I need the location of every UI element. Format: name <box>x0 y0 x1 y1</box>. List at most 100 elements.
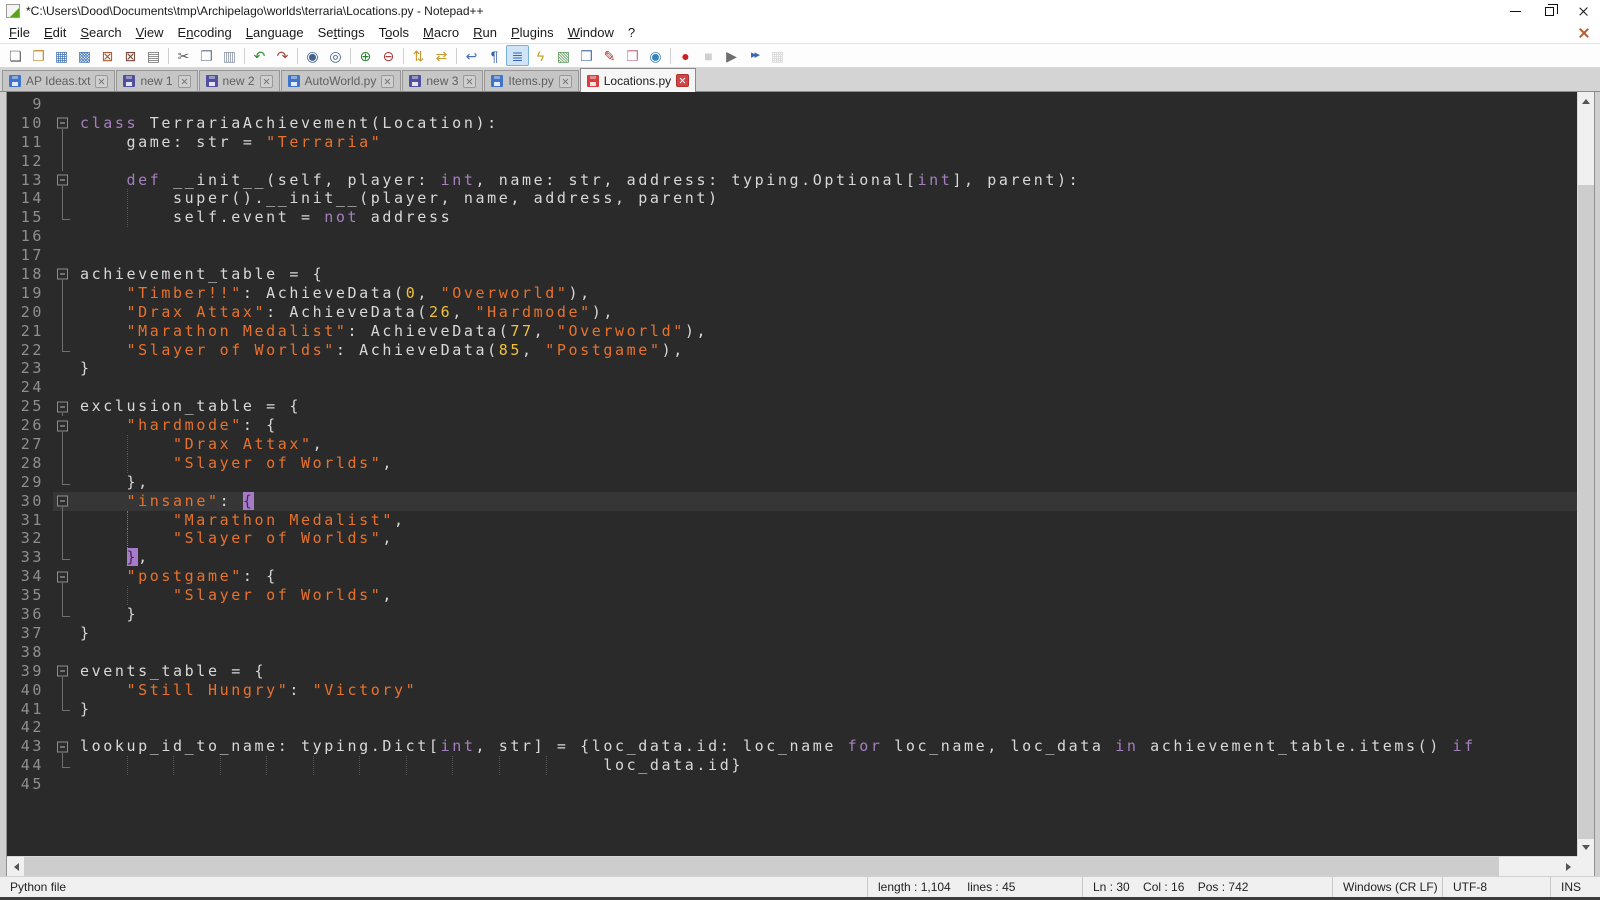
menu-plugins[interactable]: Plugins <box>504 23 561 42</box>
code-text[interactable]: loc_data.id} <box>75 756 1577 775</box>
vertical-scrollbar[interactable] <box>1577 92 1594 856</box>
scroll-left-button[interactable] <box>7 857 24 876</box>
close-all-button[interactable]: ⊠ <box>119 45 142 66</box>
fold-margin[interactable] <box>53 737 75 756</box>
close-document-button[interactable] <box>1578 27 1590 39</box>
save-all-button[interactable]: ▩ <box>73 45 96 66</box>
function-list-button[interactable]: ✎ <box>598 45 621 66</box>
code-text[interactable]: "Marathon Medalist", <box>75 511 1577 530</box>
fold-margin[interactable] <box>53 492 75 511</box>
code-text[interactable] <box>75 152 1577 171</box>
document-list-button[interactable]: ❒ <box>575 45 598 66</box>
fold-margin[interactable] <box>53 567 75 586</box>
tab-close-new-1[interactable] <box>178 75 191 88</box>
code-text[interactable]: "hardmode": { <box>75 416 1577 435</box>
macro-stop-button[interactable]: ■ <box>697 45 720 66</box>
cut-button[interactable]: ✂ <box>172 45 195 66</box>
menu-tools[interactable]: Tools <box>372 23 416 42</box>
word-wrap-button[interactable]: ↩ <box>460 45 483 66</box>
undo-button[interactable]: ↶ <box>248 45 271 66</box>
sync-horizontal-scroll-button[interactable]: ⇄ <box>430 45 453 66</box>
code-text[interactable]: exclusion_table = { <box>75 397 1577 416</box>
fold-margin[interactable] <box>53 662 75 681</box>
fold-margin[interactable] <box>53 416 75 435</box>
tab-ap-ideas-txt[interactable]: AP Ideas.txt <box>2 70 115 91</box>
code-text[interactable]: } <box>75 624 1577 643</box>
show-all-characters-button[interactable]: ¶ <box>483 45 506 66</box>
find-button[interactable]: ◉ <box>301 45 324 66</box>
redo-button[interactable]: ↷ <box>271 45 294 66</box>
define-language-button[interactable]: ϟ <box>529 45 552 66</box>
code-text[interactable]: }, <box>75 473 1577 492</box>
menu-help[interactable]: ? <box>621 23 642 42</box>
tab-new-2[interactable]: new 2 <box>199 70 280 91</box>
code-text[interactable] <box>75 95 1577 114</box>
minimize-button[interactable] <box>1498 0 1532 22</box>
code-text[interactable]: class TerrariaAchievement(Location): <box>75 114 1577 133</box>
menu-window[interactable]: Window <box>561 23 621 42</box>
zoom-in-button[interactable]: ⊕ <box>354 45 377 66</box>
fold-collapse-icon[interactable] <box>57 496 68 507</box>
tab-close-items-py[interactable] <box>559 75 572 88</box>
scroll-down-button[interactable] <box>1578 839 1594 856</box>
fold-margin[interactable] <box>53 397 75 416</box>
fold-collapse-icon[interactable] <box>57 175 68 186</box>
code-text[interactable]: "Slayer of Worlds": AchieveData(85, "Pos… <box>75 341 1577 360</box>
close-file-button[interactable]: ⊠ <box>96 45 119 66</box>
close-button[interactable] <box>1566 0 1600 22</box>
code-text[interactable] <box>75 246 1577 265</box>
fold-collapse-icon[interactable] <box>57 269 68 280</box>
menu-settings[interactable]: Settings <box>311 23 372 42</box>
code-text[interactable] <box>75 718 1577 737</box>
document-map-button[interactable]: ▧ <box>552 45 575 66</box>
tab-close-new-2[interactable] <box>260 75 273 88</box>
menu-encoding[interactable]: Encoding <box>171 23 239 42</box>
code-text[interactable] <box>75 775 1577 794</box>
fold-margin[interactable] <box>53 265 75 284</box>
code-text[interactable] <box>75 643 1577 662</box>
code-text[interactable] <box>75 378 1577 397</box>
monitoring-button[interactable]: ◉ <box>644 45 667 66</box>
tab-close-locations-py[interactable] <box>676 74 689 87</box>
tab-close-autoworld-py[interactable] <box>381 75 394 88</box>
tab-close-new-3[interactable] <box>463 75 476 88</box>
code-text[interactable]: "Slayer of Worlds", <box>75 454 1577 473</box>
code-text[interactable]: "Slayer of Worlds", <box>75 529 1577 548</box>
menu-edit[interactable]: Edit <box>37 23 73 42</box>
macro-record-button[interactable]: ● <box>674 45 697 66</box>
horizontal-scroll-thumb[interactable] <box>24 857 1499 876</box>
new-file-button[interactable]: ❏ <box>4 45 27 66</box>
tab-new-3[interactable]: new 3 <box>402 70 483 91</box>
vertical-scroll-thumb[interactable] <box>1578 185 1594 839</box>
zoom-out-button[interactable]: ⊖ <box>377 45 400 66</box>
tab-autoworld-py[interactable]: AutoWorld.py <box>281 70 402 91</box>
fold-collapse-icon[interactable] <box>57 571 68 582</box>
code-text[interactable]: "Timber!!": AchieveData(0, "Overworld"), <box>75 284 1577 303</box>
scroll-right-button[interactable] <box>1560 857 1577 876</box>
code-text[interactable]: game: str = "Terraria" <box>75 133 1577 152</box>
vertical-scroll-track[interactable] <box>1578 109 1594 839</box>
code-text[interactable]: }, <box>75 548 1577 567</box>
fold-collapse-icon[interactable] <box>57 118 68 129</box>
fold-margin[interactable] <box>53 171 75 190</box>
tab-new-1[interactable]: new 1 <box>116 70 197 91</box>
paste-button[interactable]: ▥ <box>218 45 241 66</box>
macro-save-button[interactable]: ▦ <box>766 45 789 66</box>
copy-button[interactable]: ❐ <box>195 45 218 66</box>
print-button[interactable]: ▤ <box>142 45 165 66</box>
save-file-button[interactable]: ▦ <box>50 45 73 66</box>
code-text[interactable]: "postgame": { <box>75 567 1577 586</box>
code-text[interactable]: "Still Hungry": "Victory" <box>75 681 1577 700</box>
indent-guide-button[interactable]: ≣ <box>506 45 529 66</box>
sync-vertical-scroll-button[interactable]: ⇅ <box>407 45 430 66</box>
fold-margin[interactable] <box>53 114 75 133</box>
restore-button[interactable] <box>1532 0 1566 22</box>
fold-collapse-icon[interactable] <box>57 741 68 752</box>
code-text[interactable]: "Drax Attax", <box>75 435 1577 454</box>
menu-view[interactable]: View <box>129 23 171 42</box>
code-text[interactable] <box>75 227 1577 246</box>
macro-run-multiple-button[interactable]: ▸▸ <box>743 45 766 66</box>
menu-macro[interactable]: Macro <box>416 23 466 42</box>
code-text[interactable]: "Marathon Medalist": AchieveData(77, "Ov… <box>75 322 1577 341</box>
horizontal-scroll-track[interactable] <box>24 857 1560 876</box>
